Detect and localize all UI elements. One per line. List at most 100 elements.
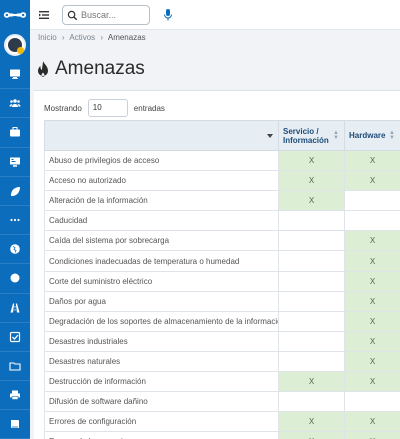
sort-desc-icon — [267, 133, 273, 138]
sidebar-item-globe[interactable] — [0, 235, 30, 265]
show-label: Mostrando — [44, 103, 82, 113]
sidebar-nav — [0, 60, 30, 439]
hardware-cell: X — [344, 250, 400, 272]
page-title: Amenazas — [55, 58, 145, 79]
hardware-cell: X — [344, 310, 400, 332]
book-icon — [11, 420, 19, 429]
sidebar-item-dashboard[interactable] — [0, 148, 30, 177]
threat-name-cell: Destrucción de información — [44, 371, 279, 393]
hardware-cell: X — [344, 149, 400, 172]
servicio-cell: X — [278, 170, 345, 192]
hardware-cell — [344, 190, 400, 212]
sidebar-item-assets[interactable] — [0, 118, 30, 148]
column-header-hardware[interactable]: Hardware ▲ ▼ — [344, 120, 400, 151]
leaf-icon — [11, 186, 20, 196]
user-avatar[interactable] — [4, 34, 26, 56]
servicio-cell: X — [278, 431, 345, 439]
hardware-cell: X — [344, 290, 400, 312]
table-row[interactable]: Abuso de privilegios de acceso X X — [44, 149, 400, 172]
servicio-cell: X — [278, 149, 345, 172]
checkbox-icon — [9, 331, 21, 342]
sidebar-item-tasks[interactable] — [0, 323, 30, 352]
threat-name-cell: Abuso de privilegios de acceso — [44, 149, 279, 172]
column-header-servicio[interactable]: Servicio / Información ▲ ▼ — [278, 120, 345, 151]
hardware-cell: X — [344, 411, 400, 433]
threat-name-cell: Acceso no autorizado — [44, 170, 279, 192]
threats-table: Servicio / Información ▲ ▼ Hardware ▲ ▼ Abus… — [44, 120, 400, 439]
hardware-cell: X — [344, 330, 400, 352]
dashboard-icon — [10, 157, 20, 167]
hardware-cell — [344, 391, 400, 413]
threat-name-cell: Daños por agua — [44, 290, 279, 312]
table-row[interactable]: Difusión de software dañino — [44, 391, 400, 413]
print-icon — [10, 390, 20, 400]
breadcrumb-separator: › — [100, 33, 104, 42]
sidebar-item-environment[interactable] — [0, 177, 30, 206]
sidebar-item-book[interactable] — [0, 410, 30, 439]
sidebar-item-documents[interactable] — [0, 352, 30, 382]
breadcrumb-separator: › — [61, 33, 65, 42]
infinity-icon — [3, 12, 27, 18]
monitor-icon — [10, 69, 20, 80]
sidebar-item-print[interactable] — [0, 381, 30, 411]
users-icon — [9, 99, 21, 108]
table-row[interactable]: Destrucción de información X X — [44, 371, 400, 393]
threat-name-cell: Caducidad — [44, 210, 279, 232]
column-header-name[interactable] — [44, 120, 279, 151]
table-row[interactable]: Errores de los usuariosXX — [44, 431, 400, 439]
search-input[interactable] — [81, 8, 147, 22]
menu-toggle-icon[interactable] — [38, 9, 50, 21]
search-box — [62, 5, 150, 25]
hardware-cell: X — [344, 431, 400, 439]
table-row[interactable]: Daños por agua X — [44, 290, 400, 312]
sidebar-item-more[interactable] — [0, 206, 30, 236]
infinity-logo[interactable] — [0, 0, 30, 30]
table-row[interactable]: Desastres industriales X — [44, 330, 400, 352]
threat-name-cell: Condiciones inadecuadas de temperatura o… — [44, 250, 279, 272]
threat-name-cell: Difusión de software dañino — [44, 391, 279, 413]
servicio-cell: X — [278, 411, 345, 433]
table-row[interactable]: Condiciones inadecuadas de temperatura o… — [44, 250, 400, 272]
page-header: Amenazas — [36, 56, 145, 82]
more-icon — [10, 218, 20, 222]
road-icon — [10, 303, 20, 313]
table-row[interactable]: Caducidad — [44, 210, 400, 232]
threat-name-cell: Corte del suministro eléctrico — [44, 270, 279, 292]
threat-name-cell: Caída del sistema por sobrecarga — [44, 230, 279, 252]
servicio-cell — [278, 391, 345, 413]
servicio-cell — [278, 310, 345, 332]
table-row[interactable]: Degradación de los soportes de almacenam… — [44, 310, 400, 332]
table-row[interactable]: Errores de configuración X X — [44, 411, 400, 433]
threat-name-cell: Alteración de la información — [44, 190, 279, 212]
fire-icon — [38, 61, 48, 77]
table-row[interactable]: Caída del sistema por sobrecarga X — [44, 230, 400, 252]
breadcrumb-activos[interactable]: Activos — [69, 33, 95, 42]
sort-icon: ▲ ▼ — [333, 129, 339, 141]
topbar — [30, 0, 400, 30]
folder-icon — [9, 362, 21, 371]
breadcrumb-current: Amenazas — [107, 33, 146, 42]
table-row[interactable]: Alteración de la información X — [44, 190, 400, 212]
sidebar — [0, 0, 30, 439]
sidebar-item-circle[interactable] — [0, 264, 30, 294]
table-row[interactable]: Acceso no autorizado X X — [44, 170, 400, 192]
microphone-icon[interactable] — [163, 8, 173, 22]
content-panel: Mostrando 10 entradas Servicio / Informa… — [34, 90, 400, 439]
hardware-cell — [344, 210, 400, 232]
entries-select[interactable]: 10 — [87, 99, 128, 117]
search-icon — [67, 10, 78, 21]
table-row[interactable]: Desastres naturales X — [44, 350, 400, 373]
threat-name-cell: Errores de configuración — [44, 411, 279, 433]
table-row[interactable]: Corte del suministro eléctrico X — [44, 270, 400, 292]
sidebar-item-monitor[interactable] — [0, 60, 30, 90]
sidebar-item-road[interactable] — [0, 294, 30, 323]
sidebar-item-users[interactable] — [0, 89, 30, 119]
hardware-cell: X — [344, 350, 400, 373]
hardware-cell: X — [344, 170, 400, 192]
threat-name-cell: Desastres naturales — [44, 350, 279, 373]
hardware-cell: X — [344, 371, 400, 393]
servicio-cell — [278, 330, 345, 352]
hardware-cell: X — [344, 270, 400, 292]
entries-label: entradas — [133, 103, 165, 113]
breadcrumb-inicio[interactable]: Inicio — [38, 33, 57, 42]
